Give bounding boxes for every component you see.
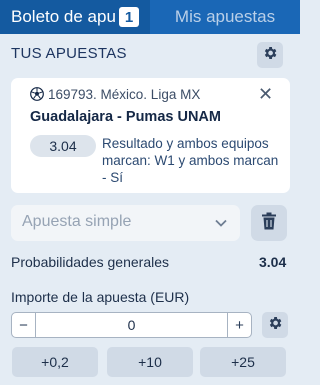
- bet-type-value: Apuesta simple: [22, 213, 132, 230]
- bet-slip-tabs: Boleto de apuestas 1 Mis apuestas: [0, 0, 300, 34]
- bet-count-badge: 1: [119, 7, 139, 27]
- total-odds-value: 3.04: [259, 254, 287, 270]
- gear-icon: [262, 45, 278, 66]
- tab-bet-slip-label: Boleto de apuestas: [11, 7, 115, 26]
- bet-card: 169793. México. Liga MX ✕ Guadalajara - …: [11, 78, 290, 193]
- stake-label: Importe de la apuesta (EUR): [11, 289, 190, 305]
- chevron-down-icon: [214, 216, 228, 230]
- quick-amount-button[interactable]: +0,2: [12, 347, 98, 377]
- settings-button[interactable]: [257, 42, 283, 68]
- stake-decrease-button[interactable]: −: [12, 313, 36, 337]
- stake-increase-button[interactable]: +: [227, 313, 251, 337]
- stake-input[interactable]: [37, 313, 226, 337]
- quick-amount-button[interactable]: +10: [107, 347, 193, 377]
- close-icon[interactable]: ✕: [258, 84, 273, 105]
- bet-outcome: Resultado y ambos equipos marcan: W1 y a…: [102, 136, 279, 185]
- total-odds-label: Probabilidades generales: [11, 254, 169, 270]
- gear-icon: [267, 315, 283, 336]
- quick-amount-button[interactable]: +25: [200, 347, 286, 377]
- odd-value: 3.04: [30, 135, 96, 157]
- tab-my-bets[interactable]: Mis apuestas: [150, 0, 300, 34]
- stake-stepper: − +: [11, 312, 252, 338]
- tab-bet-slip[interactable]: Boleto de apuestas 1: [0, 0, 150, 34]
- delete-bets-button[interactable]: [251, 205, 287, 241]
- stake-settings-button[interactable]: [262, 312, 288, 338]
- soccer-ball-icon: [30, 87, 44, 101]
- trash-icon: [261, 212, 277, 235]
- league-name: 169793. México. Liga MX: [48, 87, 201, 102]
- match-title: Guadalajara - Pumas UNAM: [30, 109, 221, 125]
- bet-type-select[interactable]: Apuesta simple: [11, 205, 240, 241]
- section-title: TUS APUESTAS: [11, 45, 127, 62]
